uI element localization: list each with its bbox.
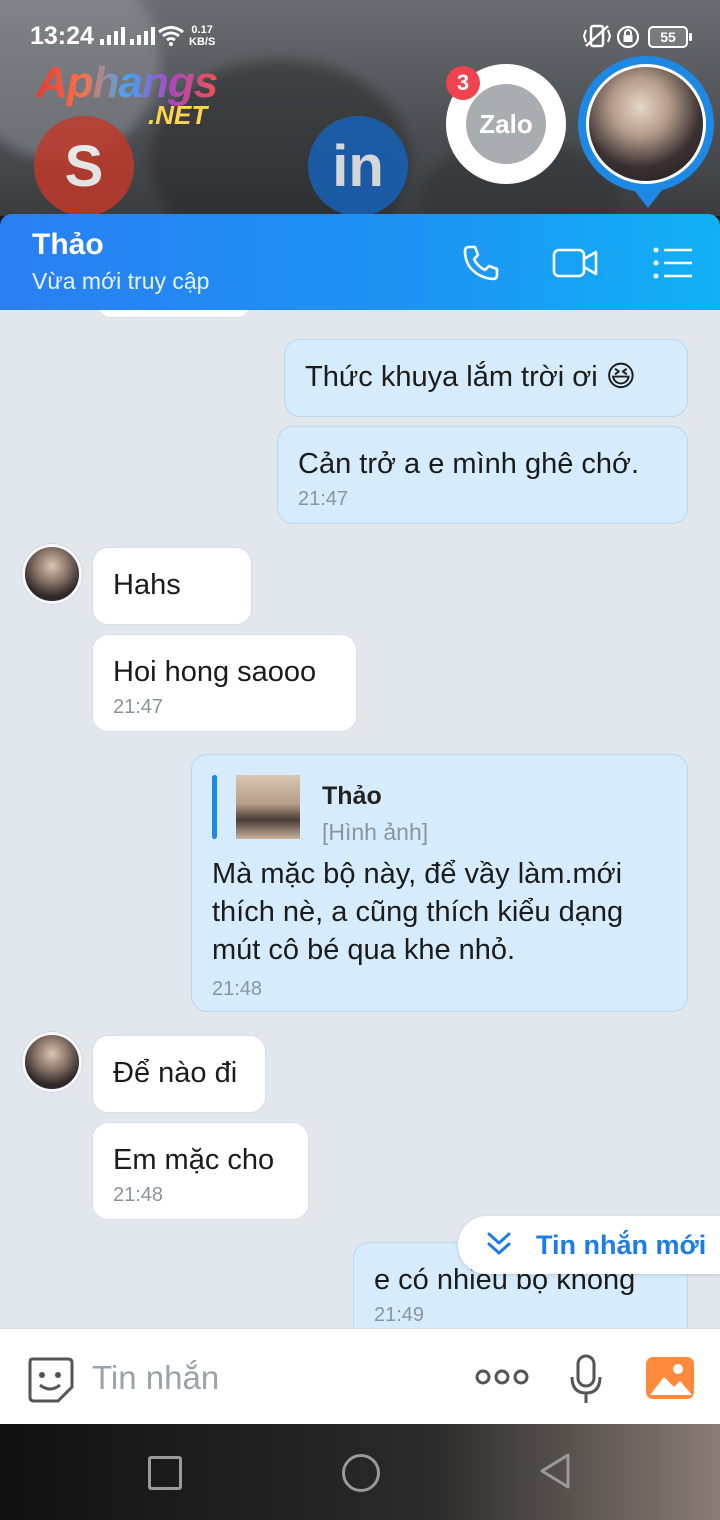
more-icon[interactable] (474, 1367, 530, 1387)
message-bubble-outgoing[interactable]: Thức khuya lắm trời ơi 😆 (284, 339, 688, 417)
new-messages-button[interactable]: Tin nhắn mới (458, 1216, 720, 1274)
previous-message-stub (98, 310, 250, 318)
message-line: Mà mặc bộ này, để vầy làm.mới (212, 858, 623, 890)
net-speed: 0.17 KB/S (189, 24, 215, 48)
video-call-icon[interactable] (550, 238, 600, 288)
home-button[interactable] (342, 1454, 380, 1492)
quoted-sender: Thảo (322, 782, 382, 810)
linkedin-app-icon: in (308, 116, 408, 216)
message-time: 21:48 (212, 978, 263, 1000)
status-time: 13:24 (30, 22, 94, 50)
quote-bar (212, 775, 217, 839)
message-text: Hahs (113, 569, 181, 601)
watermark-sub: .NET (148, 100, 208, 130)
message-time: 21:48 (113, 1184, 164, 1206)
system-nav-bar (0, 1424, 720, 1520)
net-speed-unit: KB/S (189, 36, 216, 48)
signal-icon-2 (130, 27, 155, 45)
quoted-type: [Hình ảnh] (322, 819, 429, 845)
message-text: Hoi hong saooo (113, 656, 317, 688)
message-time: 21:49 (374, 1304, 425, 1326)
chat-head-photo (586, 64, 706, 184)
quoted-message[interactable]: Thảo [Hình ảnh] (212, 775, 632, 845)
message-line: mút cô bé qua khe nhỏ. (212, 934, 516, 966)
message-text: Thức khuya lắm trời ơi 😆 (305, 361, 637, 393)
chat-head-pointer (634, 190, 662, 208)
chevrons-down-icon (487, 1232, 511, 1255)
battery-indicator: 55 (648, 26, 692, 48)
quoted-image-thumbnail (236, 775, 300, 839)
chat-header: Thảo Vừa mới truy cập (0, 214, 720, 310)
message-composer: Tin nhắn (0, 1328, 720, 1425)
back-button[interactable] (538, 1452, 572, 1490)
message-bubble-incoming[interactable]: Hoi hong saooo 21:47 (92, 634, 357, 732)
contact-avatar[interactable] (22, 1032, 82, 1092)
message-text: Mà mặc bộ này, để vầy làm.mới thích nè, … (212, 855, 623, 969)
image-icon[interactable] (644, 1355, 696, 1401)
vibrate-icon (582, 24, 612, 48)
message-text: Cản trở a e mình ghê chớ. (298, 448, 640, 480)
message-text: Em mặc cho (113, 1144, 275, 1176)
shopee-app-icon: S (34, 116, 134, 216)
sticker-icon[interactable] (24, 1353, 76, 1405)
watermark-logo: Aphangs .NET (36, 58, 218, 130)
wifi-icon (158, 26, 184, 46)
message-bubble-incoming[interactable]: Hahs (92, 547, 252, 625)
contact-name[interactable]: Thảo (32, 228, 104, 262)
presence-status: Vừa mới truy cập (32, 268, 210, 294)
message-list[interactable]: Thức khuya lắm trời ơi 😆 Cản trở a e mìn… (0, 310, 720, 1328)
net-speed-value: 0.17 (191, 24, 213, 36)
microphone-icon[interactable] (568, 1353, 604, 1405)
message-bubble-incoming[interactable]: Em mặc cho 21:48 (92, 1122, 309, 1220)
message-bubble-outgoing[interactable]: Cản trở a e mình ghê chớ. 21:47 (277, 426, 688, 524)
contact-avatar[interactable] (22, 544, 82, 604)
chat-head-avatar[interactable] (578, 56, 714, 192)
message-time: 21:47 (113, 696, 164, 718)
lock-icon (616, 25, 640, 49)
message-bubble-incoming[interactable]: Để nào đi (92, 1035, 266, 1113)
zalo-unread-badge: 3 (446, 66, 480, 100)
zalo-logo-icon: Zalo (466, 84, 546, 164)
message-input[interactable]: Tin nhắn (92, 1359, 219, 1397)
message-line: thích nè, a cũng thích kiểu dạng (212, 896, 624, 928)
message-time: 21:47 (298, 488, 349, 510)
menu-list-icon[interactable] (648, 238, 698, 288)
message-bubble-reply[interactable]: Thảo [Hình ảnh] Mà mặc bộ này, để vầy là… (191, 754, 688, 1012)
new-messages-label: Tin nhắn mới (536, 1230, 707, 1260)
message-text: Để nào đi (113, 1057, 238, 1089)
signal-icon (100, 27, 125, 45)
phone-icon[interactable] (456, 238, 506, 288)
recent-apps-button[interactable] (148, 1456, 182, 1490)
